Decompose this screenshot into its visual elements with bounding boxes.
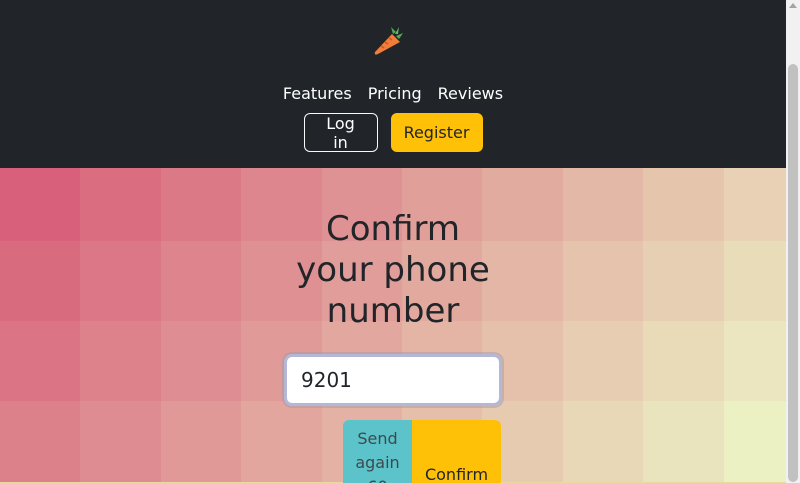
send-again-countdown: 60 [367, 477, 387, 483]
send-again-label: again [355, 453, 400, 472]
confirmation-code-input[interactable] [284, 354, 502, 406]
confirm-phone-section: Confirm your phone number Send again 60 … [0, 168, 786, 483]
nav-reviews-link[interactable]: Reviews [438, 82, 503, 106]
scrollbar-thumb[interactable] [788, 64, 798, 482]
send-again-button[interactable]: Send again 60 [343, 420, 412, 483]
title-line: Confirm [325, 209, 460, 249]
carrot-icon[interactable] [372, 24, 406, 58]
register-button[interactable]: Register [390, 113, 483, 152]
page-title: Confirm your phone number [0, 209, 786, 332]
title-line: your phone [296, 250, 490, 290]
background-tile [723, 321, 786, 402]
background-tile [160, 321, 243, 402]
nav-pricing-link[interactable]: Pricing [368, 82, 422, 106]
background-tile [80, 401, 162, 482]
confirm-button[interactable]: Confirm [412, 420, 501, 483]
title-line: number [326, 291, 460, 331]
send-again-label: Send [357, 429, 398, 448]
background-tile [160, 401, 243, 482]
background-tile [80, 321, 162, 402]
background-tile [643, 401, 725, 482]
scroll-up-arrow-icon[interactable] [789, 3, 797, 8]
background-tile [0, 401, 82, 482]
background-tile [643, 321, 725, 402]
navbar: Features Pricing Reviews Log in Register [0, 0, 786, 168]
background-tile [562, 401, 645, 482]
nav-features-link[interactable]: Features [283, 82, 352, 106]
background-tile [723, 401, 786, 482]
login-button[interactable]: Log in [303, 113, 378, 152]
background-tile [562, 321, 645, 402]
background-tile [0, 321, 82, 402]
background-tile [241, 401, 323, 482]
main-nav: Features Pricing Reviews [0, 82, 786, 106]
auth-buttons: Log in Register [0, 113, 786, 153]
